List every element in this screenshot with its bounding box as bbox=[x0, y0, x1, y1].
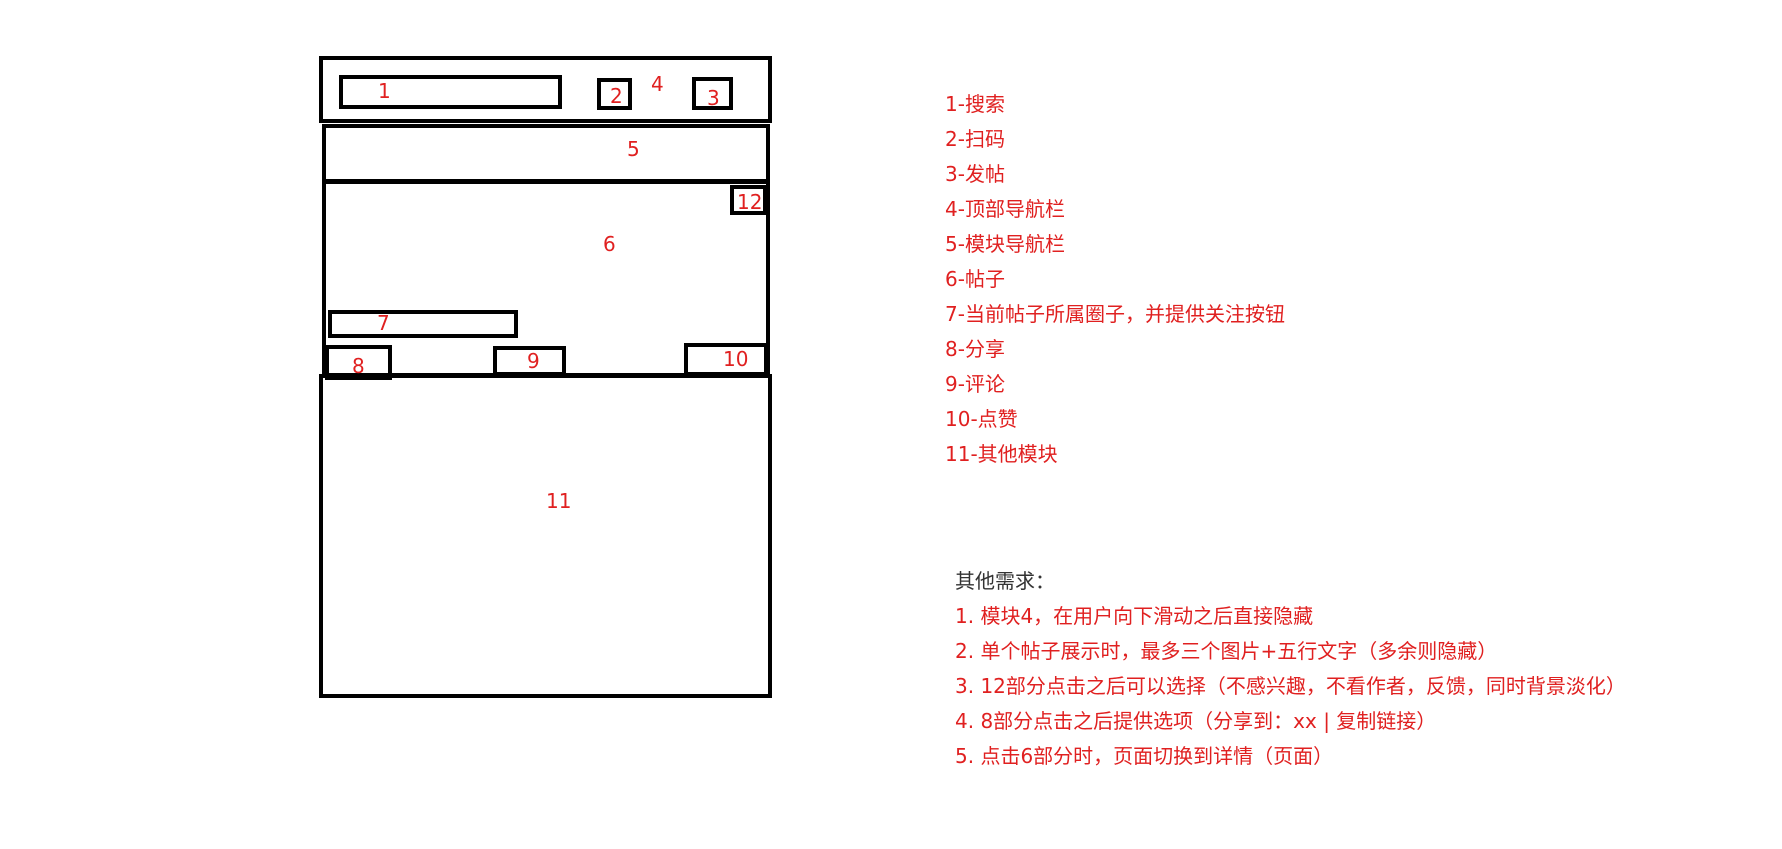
requirement-line: 1. 模块4，在用户向下滑动之后直接隐藏 bbox=[955, 604, 1314, 628]
requirement-line: 3. 12部分点击之后可以选择（不感兴趣，不看作者，反馈，同时背景淡化） bbox=[955, 674, 1626, 698]
label-comment: 9 bbox=[527, 349, 540, 373]
requirements-title: 其他需求： bbox=[955, 569, 1055, 593]
circle-follow-box[interactable] bbox=[328, 310, 518, 338]
legend-item: 2-扫码 bbox=[945, 127, 1005, 151]
legend-item: 4-顶部导航栏 bbox=[945, 197, 1065, 221]
legend-item: 7-当前帖子所属圈子，并提供关注按钮 bbox=[945, 302, 1285, 326]
module-nav-box[interactable] bbox=[322, 124, 770, 183]
other-modules-box[interactable] bbox=[319, 374, 772, 698]
label-share: 8 bbox=[352, 354, 365, 378]
legend-item: 8-分享 bbox=[945, 337, 1005, 361]
legend-item: 5-模块导航栏 bbox=[945, 232, 1065, 256]
label-post-button: 3 bbox=[707, 86, 720, 110]
label-like: 10 bbox=[723, 347, 749, 371]
search-box[interactable] bbox=[339, 75, 562, 109]
legend-item: 3-发帖 bbox=[945, 162, 1005, 186]
legend-item: 1-搜索 bbox=[945, 92, 1005, 116]
label-scan: 2 bbox=[610, 84, 623, 108]
legend-item: 10-点赞 bbox=[945, 407, 1018, 431]
legend-item: 11-其他模块 bbox=[945, 442, 1058, 466]
label-more-menu: 12 bbox=[737, 190, 763, 214]
requirement-line: 2. 单个帖子展示时，最多三个图片+五行文字（多余则隐藏） bbox=[955, 639, 1498, 663]
requirement-line: 4. 8部分点击之后提供选项（分享到：xx | 复制链接） bbox=[955, 709, 1437, 733]
legend-item: 9-评论 bbox=[945, 372, 1005, 396]
legend-item: 6-帖子 bbox=[945, 267, 1005, 291]
label-search: 1 bbox=[378, 79, 391, 103]
label-other-modules: 11 bbox=[546, 489, 572, 513]
requirement-line: 5. 点击6部分时，页面切换到详情（页面） bbox=[955, 744, 1334, 768]
label-top-nav: 4 bbox=[651, 72, 664, 96]
label-post: 6 bbox=[603, 232, 616, 256]
label-circle-follow: 7 bbox=[377, 311, 390, 335]
label-module-nav: 5 bbox=[627, 137, 640, 161]
